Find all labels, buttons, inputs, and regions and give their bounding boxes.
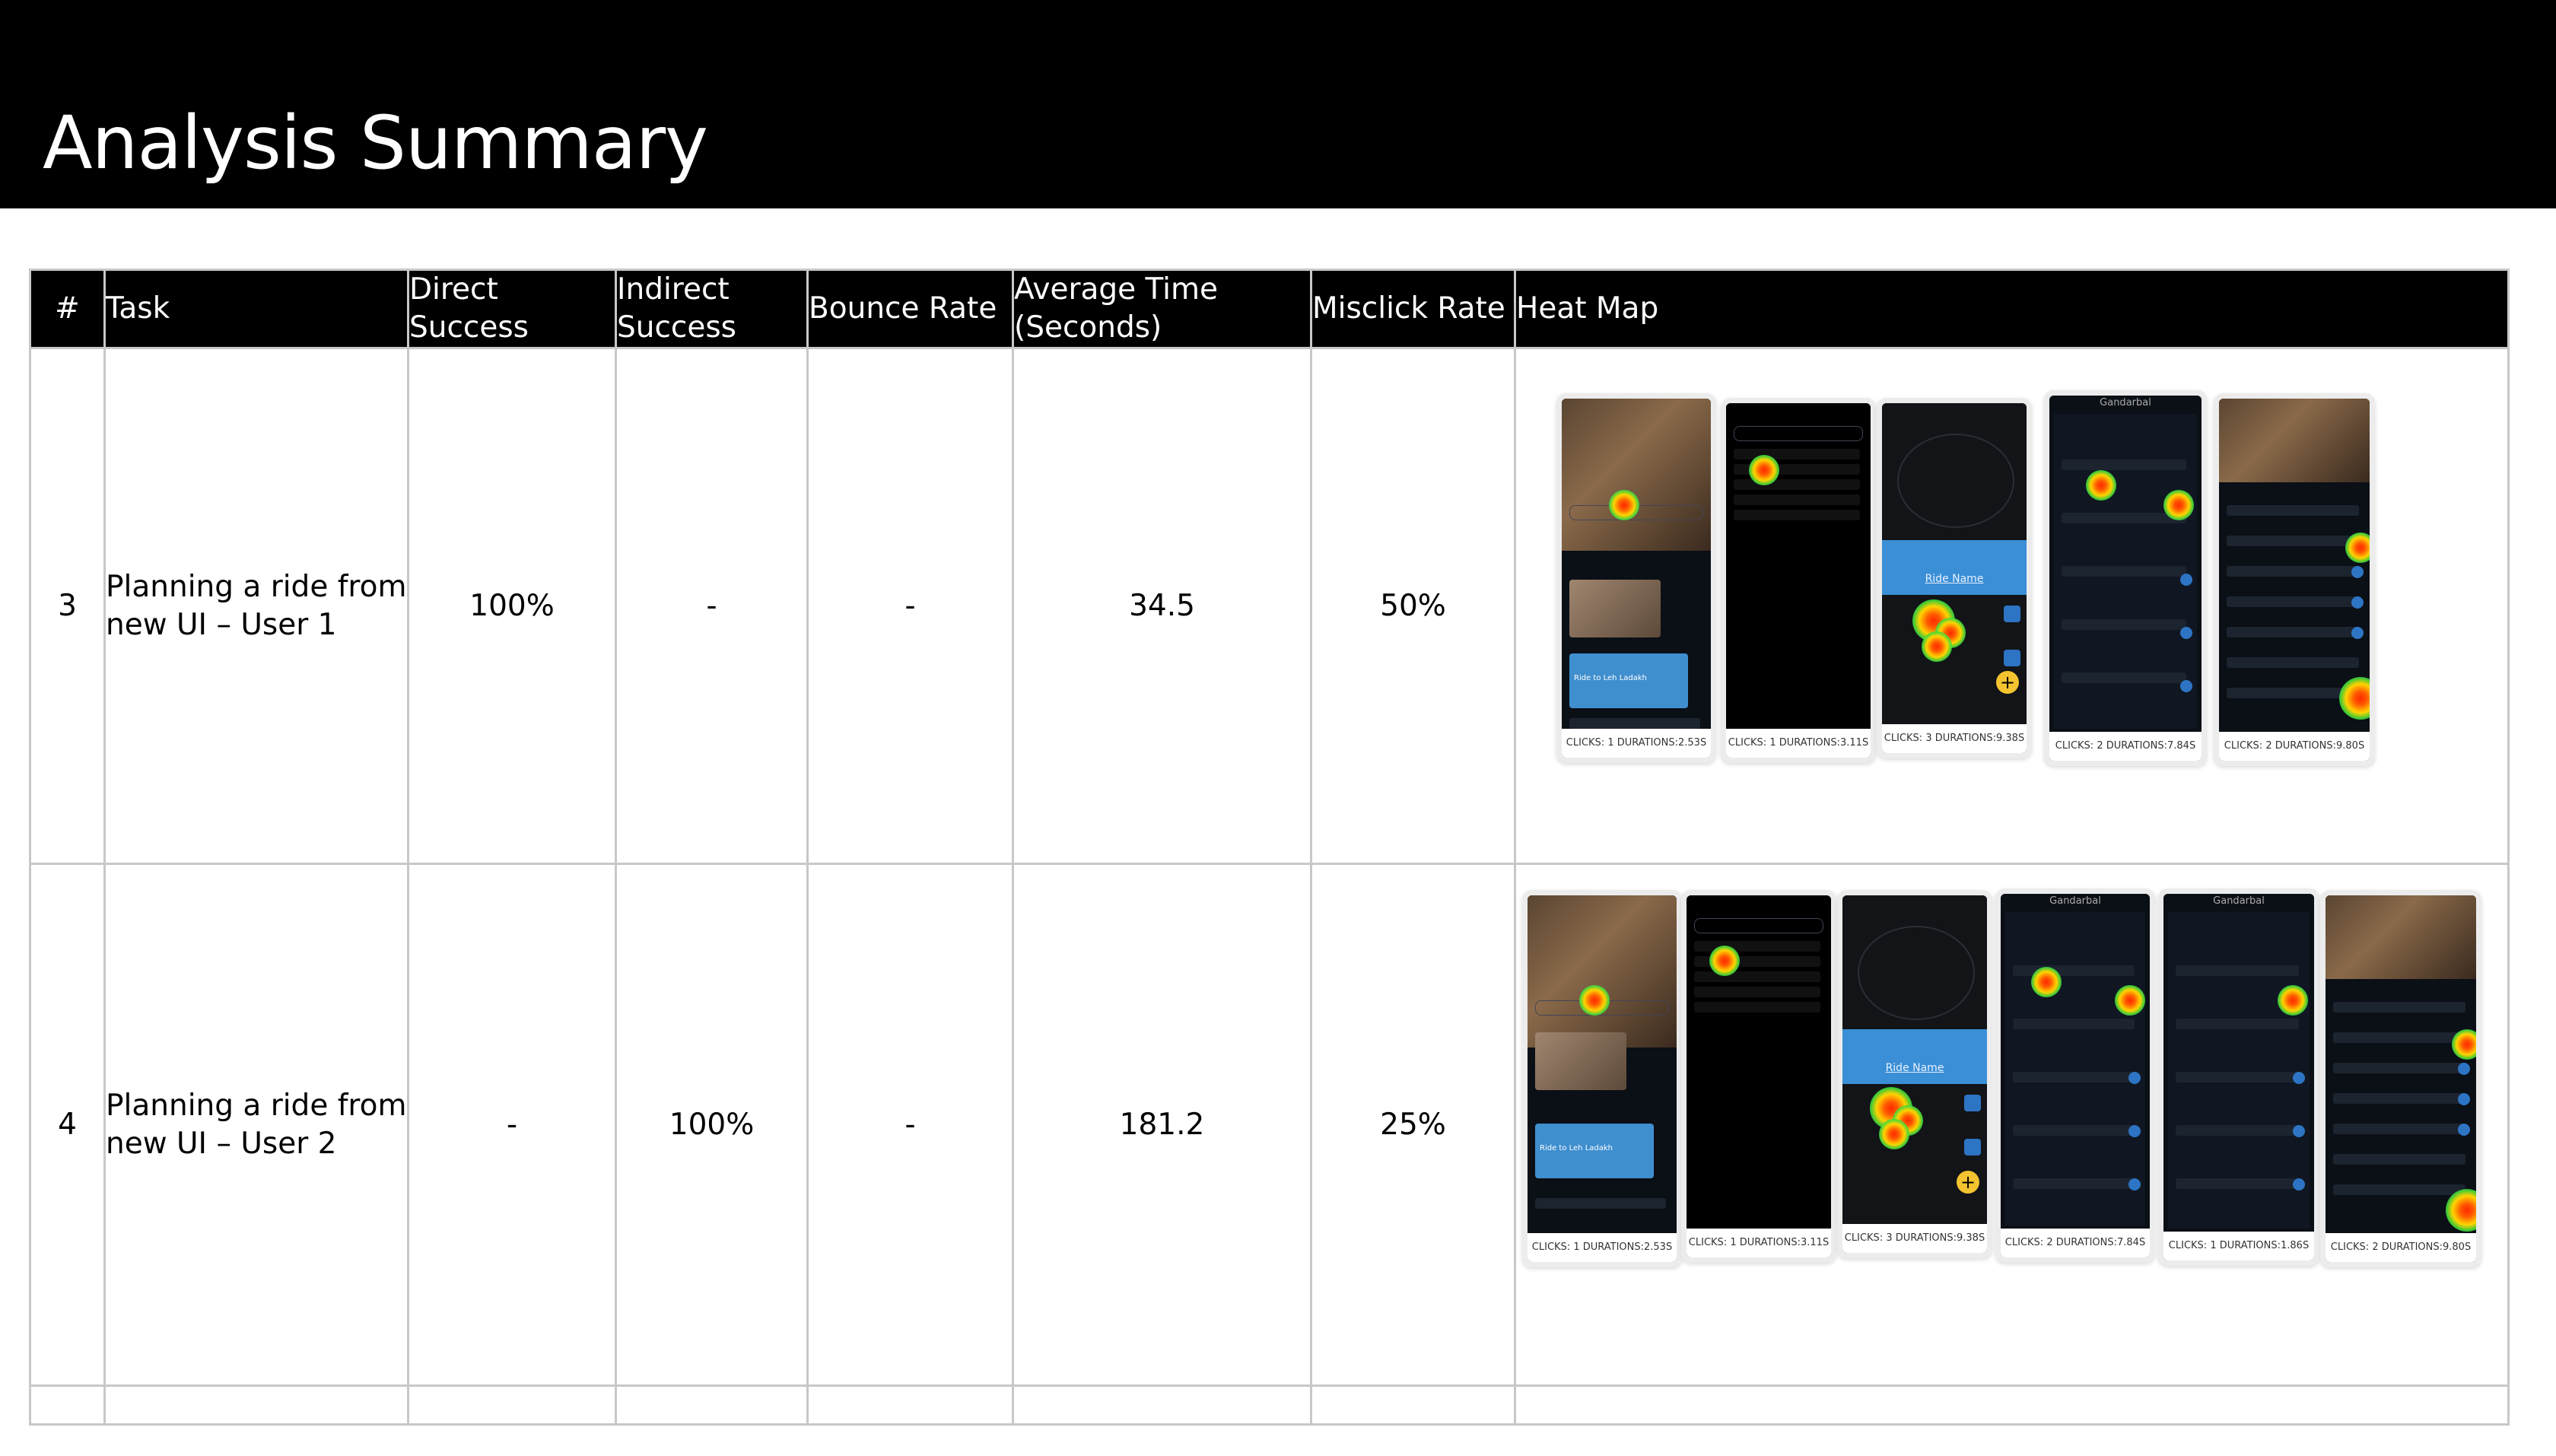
empty-cell [615, 1384, 809, 1426]
table-row [29, 1384, 2510, 1426]
heatmap-screenshot: Ride to Leh Ladakh CLICKS: 1 DURATIONS:2… [1562, 399, 1711, 758]
task-cell: Planning a ride from new UI – User 1 [103, 347, 409, 865]
col-bounce-rate-header: Bounce Rate [806, 269, 1014, 349]
ride-name-label: Ride Name [1925, 573, 1984, 585]
task-cell: Planning a ride from new UI – User 2 [103, 863, 409, 1387]
empty-cell [1012, 1384, 1312, 1426]
screen-header: Gandarbal [2100, 397, 2151, 409]
empty-cell [806, 1384, 1014, 1426]
heatmap-caption: CLICKS: 2 DURATIONS:9.80S [2326, 1233, 2476, 1262]
heatmap-caption: CLICKS: 2 DURATIONS:9.80S [2219, 732, 2370, 761]
col-num-header: # [29, 269, 106, 349]
heatmap-screenshot: Gandarbal CLICKS: 1 DURATIONS:1.86S [2163, 894, 2314, 1260]
direct-success-cell: - [407, 863, 617, 1387]
heat-map-strip: Ride to Leh Ladakh CLICKS: 1 DURATIONS:2… [1516, 349, 2507, 863]
direct-success-cell: 100% [407, 347, 617, 865]
heatmap-screenshot: Ride Name + CLICKS: 3 DURATIONS:9.38S [1842, 895, 1987, 1253]
empty-cell [407, 1384, 617, 1426]
screen-header: Gandarbal [2213, 895, 2265, 907]
misclick-rate-cell: 50% [1310, 347, 1516, 865]
ride-card-label: Ride to Leh Ladakh [1540, 1144, 1613, 1152]
summary-table: # Task Direct Success Indirect Success B… [29, 269, 2510, 1426]
indirect-success-cell: 100% [615, 863, 809, 1387]
bounce-rate-cell: - [806, 863, 1014, 1387]
heatmap-caption: CLICKS: 1 DURATIONS:2.53S [1562, 729, 1711, 758]
heatmap-screenshot: Ride Name + CLICKS: 3 DURATIONS:9.38S [1882, 403, 2027, 753]
average-time-cell: 34.5 [1012, 347, 1312, 865]
heat-map-cell: Ride to Leh Ladakh CLICKS: 1 DURATIONS:2… [1514, 347, 2510, 865]
heatmap-screenshot: CLICKS: 1 DURATIONS:3.11S [1687, 895, 1831, 1257]
table-row: 3 Planning a ride from new UI – User 1 1… [29, 347, 2510, 865]
ride-card-label: Ride to Leh Ladakh [1574, 674, 1647, 682]
heatmap-screenshot: CLICKS: 2 DURATIONS:9.80S [2219, 399, 2370, 761]
title-bar: Analysis Summary [0, 0, 2556, 208]
heatmap-caption: CLICKS: 1 DURATIONS:2.53S [1528, 1233, 1677, 1262]
heat-map-cell: Ride to Leh Ladakh CLICKS: 1 DURATIONS:2… [1514, 863, 2510, 1387]
heatmap-caption: CLICKS: 1 DURATIONS:3.11S [1726, 729, 1871, 758]
col-heat-map-header: Heat Map [1514, 269, 2510, 349]
col-average-time-header: Average Time (Seconds) [1012, 269, 1312, 349]
heatmap-screenshot: Ride to Leh Ladakh CLICKS: 1 DURATIONS:2… [1528, 895, 1677, 1262]
heatmap-caption: CLICKS: 3 DURATIONS:9.38S [1842, 1224, 1987, 1253]
heat-map-strip: Ride to Leh Ladakh CLICKS: 1 DURATIONS:2… [1516, 865, 2507, 1384]
heatmap-caption: CLICKS: 2 DURATIONS:7.84S [2049, 732, 2202, 761]
col-indirect-success-header: Indirect Success [615, 269, 809, 349]
empty-cell [1310, 1384, 1516, 1426]
col-task-header: Task [103, 269, 409, 349]
indirect-success-cell: - [615, 347, 809, 865]
row-num: 3 [29, 347, 106, 865]
heatmap-caption: CLICKS: 3 DURATIONS:9.38S [1882, 724, 2027, 753]
table-row: 4 Planning a ride from new UI – User 2 -… [29, 863, 2510, 1387]
empty-cell [1514, 1384, 2510, 1426]
col-direct-success-header: Direct Success [407, 269, 617, 349]
col-misclick-rate-header: Misclick Rate [1310, 269, 1516, 349]
header-row: # Task Direct Success Indirect Success B… [29, 269, 2510, 349]
heatmap-screenshot: Gandarbal CLICKS: 2 DURATIONS:7.84S [2049, 396, 2202, 761]
ride-name-label: Ride Name [1885, 1062, 1944, 1074]
screen-header: Gandarbal [2049, 895, 2101, 907]
empty-cell [29, 1384, 106, 1426]
row-num: 4 [29, 863, 106, 1387]
heatmap-caption: CLICKS: 1 DURATIONS:1.86S [2163, 1232, 2314, 1260]
heatmap-caption: CLICKS: 2 DURATIONS:7.84S [2001, 1229, 2150, 1257]
heatmap-screenshot: CLICKS: 1 DURATIONS:3.11S [1726, 403, 1871, 758]
page-title: Analysis Summary [43, 100, 708, 186]
bounce-rate-cell: - [806, 347, 1014, 865]
empty-cell [103, 1384, 409, 1426]
heatmap-screenshot: CLICKS: 2 DURATIONS:9.80S [2326, 895, 2476, 1262]
heatmap-screenshot: Gandarbal CLICKS: 2 DURATIONS:7.84S [2001, 894, 2150, 1257]
heatmap-caption: CLICKS: 1 DURATIONS:3.11S [1687, 1229, 1831, 1257]
average-time-cell: 181.2 [1012, 863, 1312, 1387]
misclick-rate-cell: 25% [1310, 863, 1516, 1387]
